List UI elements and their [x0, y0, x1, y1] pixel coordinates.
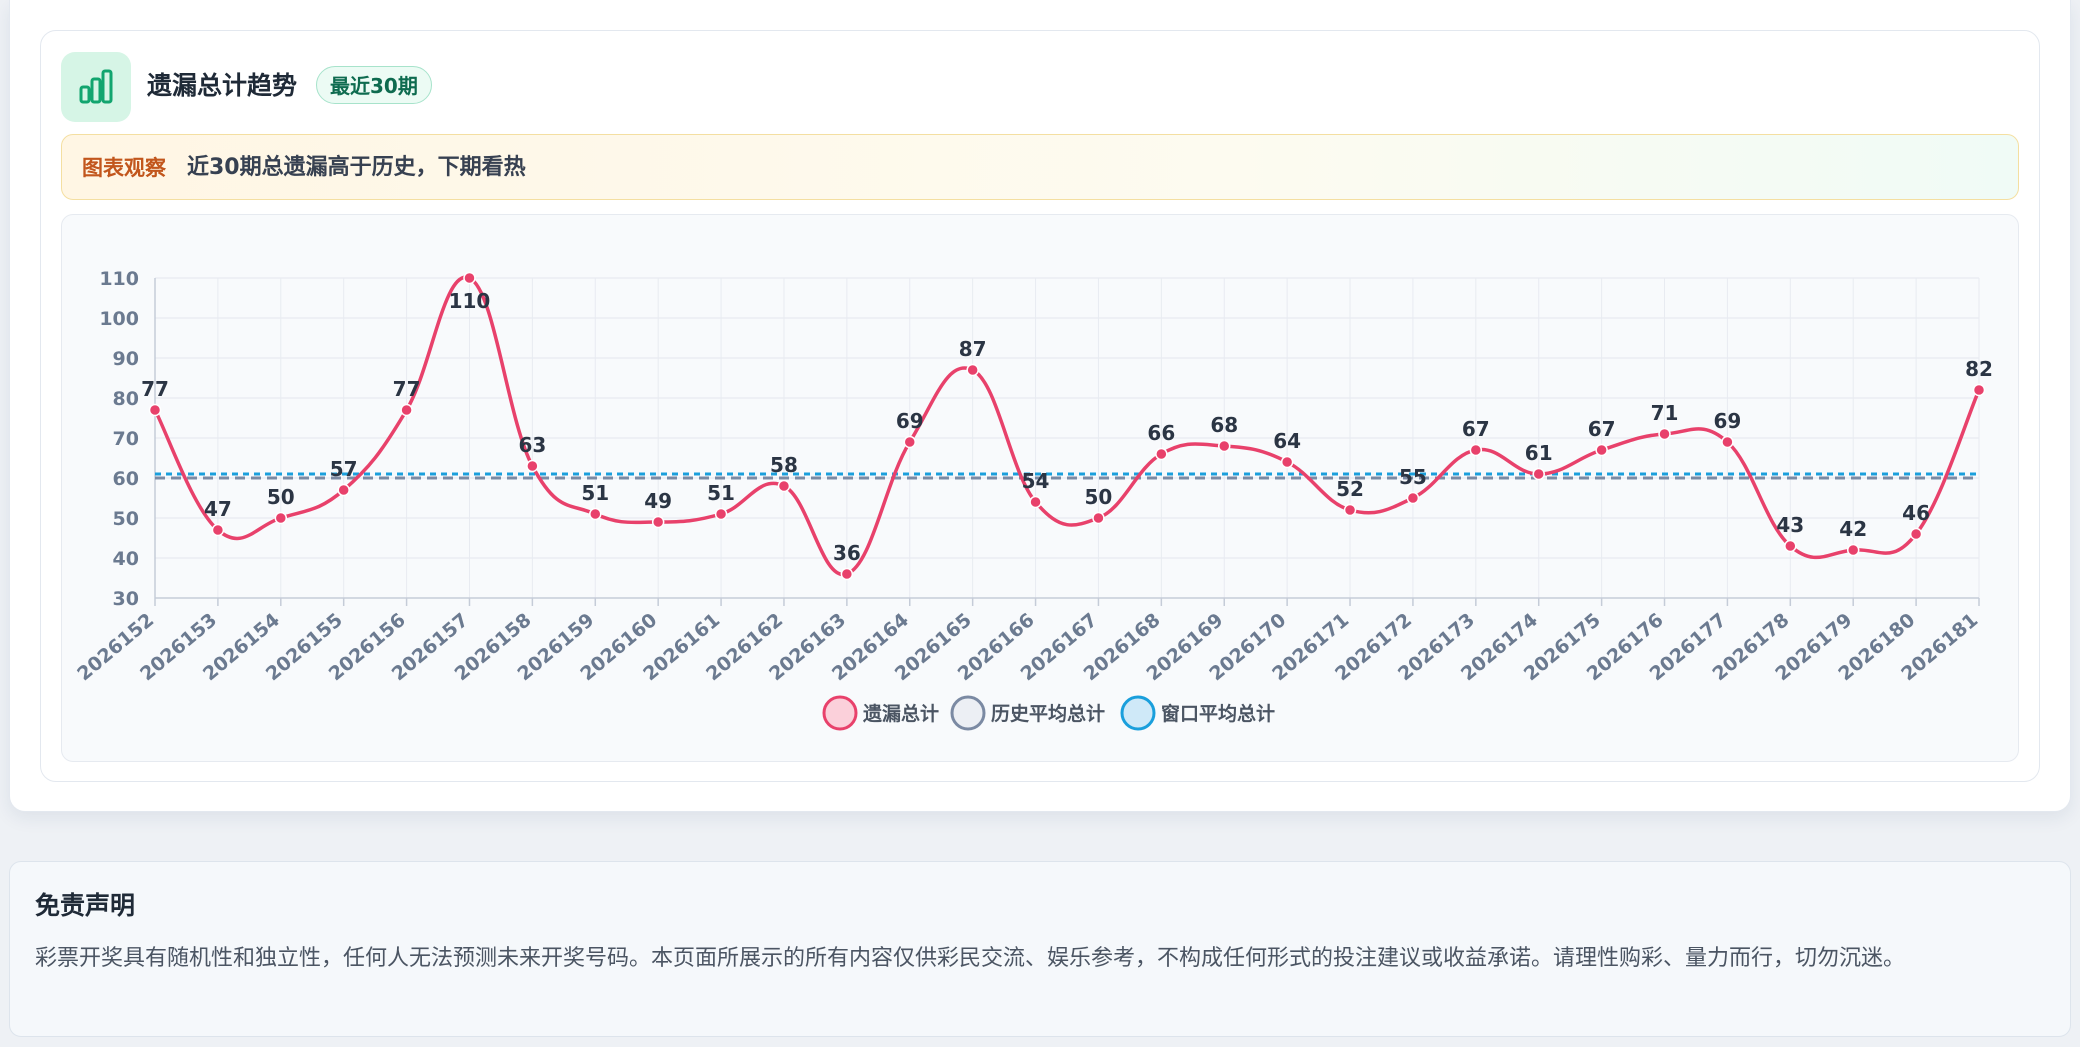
legend-swatch	[950, 695, 986, 731]
data-label: 71	[1651, 401, 1679, 425]
data-label: 54	[1022, 469, 1050, 493]
data-point	[1217, 439, 1231, 453]
y-tick-label: 80	[113, 388, 139, 410]
y-tick-label: 100	[99, 308, 139, 330]
data-label: 63	[518, 433, 546, 457]
y-tick-label: 30	[113, 588, 139, 610]
bar-chart-icon	[61, 52, 131, 122]
chart-observation: 图表观察 近30期总遗漏高于历史，下期看热	[61, 134, 2019, 200]
data-label: 87	[959, 337, 987, 361]
y-tick-label: 90	[113, 348, 139, 370]
y-tick-label: 110	[99, 268, 139, 290]
trend-card: 遗漏总计趋势 最近30期 图表观察 近30期总遗漏高于历史，下期看热 30 40 5…	[9, 0, 2071, 812]
data-label: 55	[1399, 465, 1427, 489]
data-label: 46	[1902, 501, 1930, 525]
data-label: 51	[707, 481, 735, 505]
legend-label: 遗漏总计	[862, 702, 939, 725]
data-point	[1029, 495, 1042, 509]
data-point	[1909, 527, 1923, 541]
data-point	[211, 523, 225, 537]
data-label: 43	[1776, 513, 1804, 537]
data-label: 64	[1273, 429, 1301, 453]
disclaimer-title: 免责声明	[35, 891, 136, 920]
data-point	[1532, 467, 1545, 481]
data-label: 42	[1839, 517, 1867, 541]
y-tick-label: 70	[113, 428, 139, 450]
chart-panel: 遗漏总计趋势 最近30期 图表观察 近30期总遗漏高于历史，下期看热 30 40 5…	[40, 30, 2040, 782]
legend-label: 窗口平均总计	[1161, 702, 1275, 725]
data-point	[1155, 447, 1168, 461]
observation-text: 近30期总遗漏高于历史，下期看热	[187, 155, 526, 180]
data-point	[463, 271, 476, 285]
legend-swatch	[822, 695, 858, 731]
data-point	[337, 483, 350, 497]
data-point	[840, 567, 854, 581]
data-label: 52	[1336, 477, 1364, 501]
data-label: 36	[833, 541, 861, 565]
data-label: 77	[393, 377, 421, 401]
data-label: 69	[896, 409, 924, 433]
page-title: 遗漏总计趋势	[147, 71, 298, 100]
data-label: 110	[449, 289, 491, 313]
data-point	[777, 479, 791, 493]
data-label: 50	[1085, 485, 1113, 509]
data-point	[1469, 443, 1483, 457]
legend-label: 历史平均总计	[991, 702, 1105, 725]
data-label: 69	[1713, 409, 1741, 433]
chart-area: 30 40 50 60 70 80 90 100 110 2026152 2026153 202615…	[61, 214, 2019, 762]
data-label: 82	[1965, 357, 1993, 381]
data-label: 49	[644, 489, 672, 513]
observation-label: 图表观察	[82, 156, 166, 180]
data-label: 50	[267, 485, 295, 509]
data-label: 66	[1147, 421, 1175, 445]
line-chart: 3040506070809010011020261522026153202615…	[73, 268, 1993, 731]
main-series-line	[153, 275, 1981, 577]
data-point	[903, 435, 917, 449]
data-label: 68	[1210, 413, 1238, 437]
data-point	[651, 515, 665, 529]
y-tick-label: 40	[113, 548, 139, 570]
data-point	[274, 511, 288, 525]
data-point	[966, 363, 979, 377]
data-point	[1406, 491, 1420, 505]
data-point	[714, 507, 728, 521]
data-point	[589, 507, 602, 521]
data-point	[1721, 435, 1734, 449]
period-badge: 最近30期	[316, 66, 432, 104]
y-tick-label: 60	[113, 468, 139, 490]
data-point	[1595, 443, 1608, 457]
data-point	[526, 459, 539, 473]
data-label: 77	[141, 377, 169, 401]
data-label: 58	[770, 453, 798, 477]
data-point	[1343, 503, 1357, 517]
data-point	[1784, 539, 1797, 553]
legend-swatch	[1120, 695, 1156, 731]
data-point	[1972, 383, 1986, 397]
disclaimer-box: 免责声明 彩票开奖具有随机性和独立性，任何人无法预测未来开奖号码。本页面所展示的…	[9, 861, 2071, 1037]
data-point	[400, 403, 413, 417]
data-label: 67	[1462, 417, 1490, 441]
data-point	[1280, 455, 1294, 469]
data-label: 51	[581, 481, 609, 505]
data-label: 47	[204, 497, 232, 521]
data-point	[1658, 427, 1671, 441]
y-tick-label: 50	[113, 508, 139, 530]
data-point	[1092, 511, 1105, 525]
data-label: 67	[1588, 417, 1616, 441]
data-label: 57	[330, 457, 358, 481]
disclaimer-text: 彩票开奖具有随机性和独立性，任何人无法预测未来开奖号码。本页面所展示的所有内容仅…	[35, 946, 1906, 971]
data-point	[1846, 543, 1860, 557]
data-label: 61	[1525, 441, 1553, 465]
data-point	[148, 403, 162, 417]
